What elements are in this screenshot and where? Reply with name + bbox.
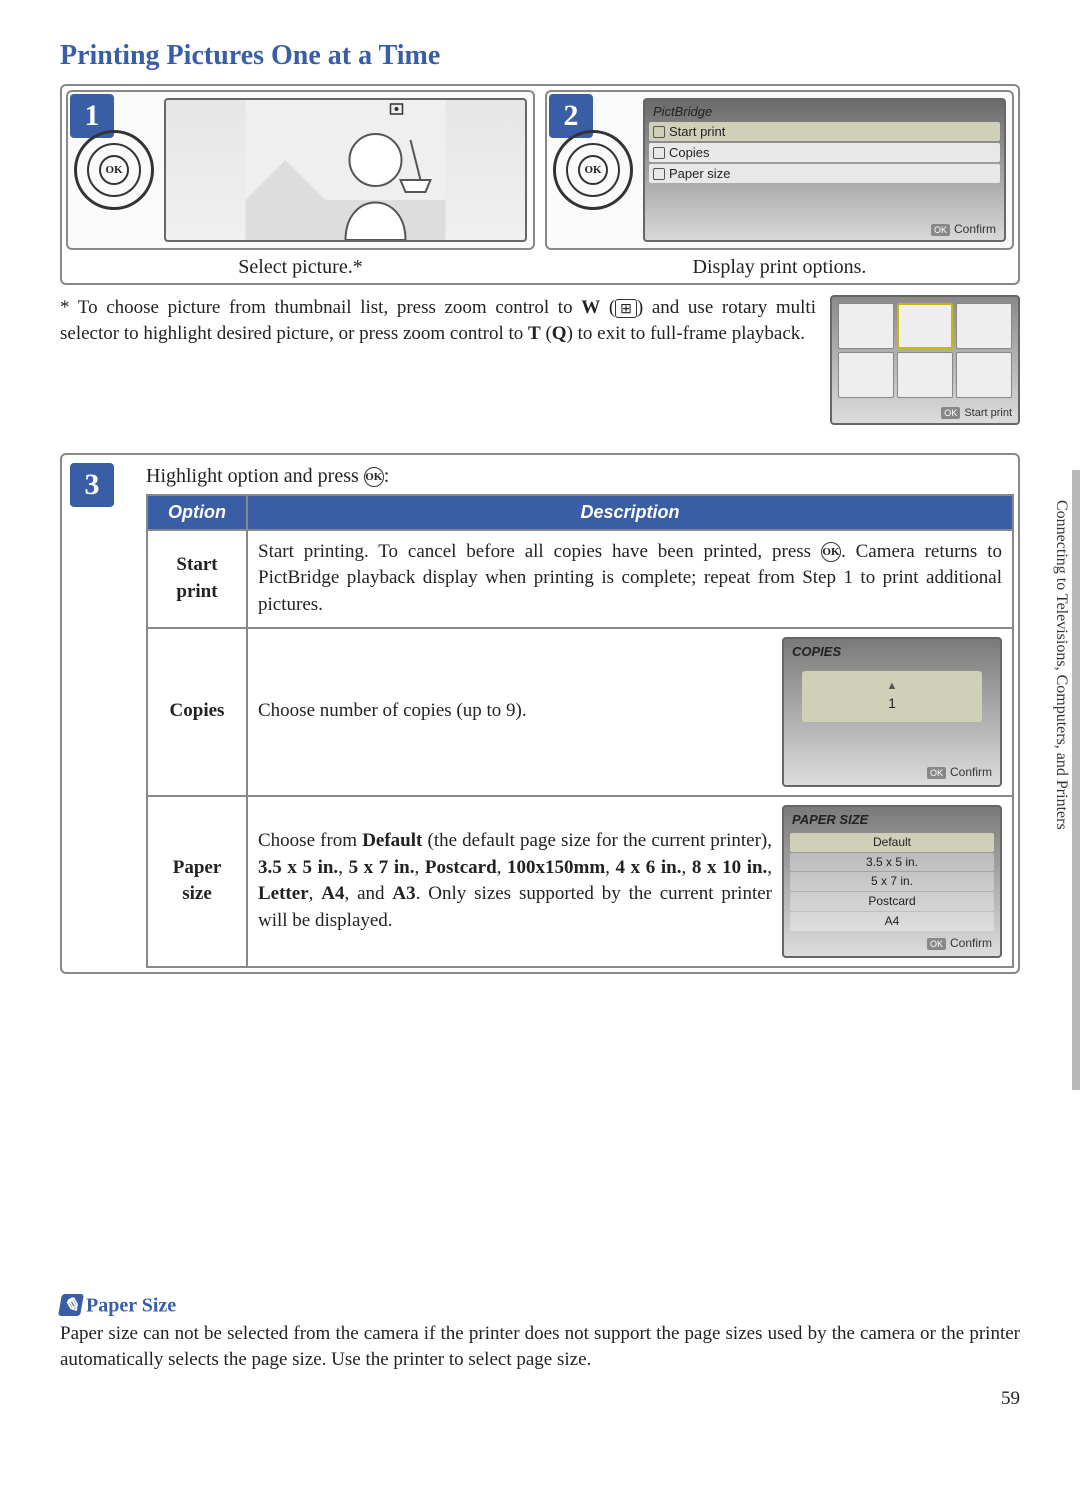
zoom-t-label: T <box>528 323 541 344</box>
col-header-option: Option <box>147 495 247 530</box>
paper-size-option: Postcard <box>790 892 994 911</box>
ok-button-icon: OK <box>578 155 608 185</box>
menu-confirm-label: Confirm <box>925 220 1002 238</box>
thumbnail-footer-label: Start print <box>832 404 1018 423</box>
menu-item-start-print: Start print <box>649 122 1000 141</box>
thumbnail-cell <box>897 352 953 398</box>
note-block: ✎Paper Size Paper size can not be select… <box>60 1294 1020 1373</box>
page-number: 59 <box>60 1388 1020 1410</box>
row-copies-name: Copies <box>147 628 247 796</box>
paper-size-screen-title: PAPER SIZE <box>786 809 998 831</box>
paper-size-option: 3.5 x 5 in. <box>790 853 994 872</box>
row-paper-size-name: Paper size <box>147 796 247 967</box>
steps-1-2-row: 1 OK Select picture.* 2 <box>60 84 1020 285</box>
paper-size-option: A4 <box>790 912 994 931</box>
col-header-description: Description <box>247 495 1013 530</box>
step-3-block: 3 Highlight option and press OK: Option … <box>60 453 1020 974</box>
thumbnail-cell <box>838 352 894 398</box>
paper-size-desc-text: Choose from Default (the default page si… <box>258 828 772 934</box>
rotary-selector-icon: OK <box>553 130 633 210</box>
copies-desc-text: Choose number of copies (up to 9). <box>258 698 772 725</box>
thumbnail-icon: ⊞ <box>615 299 637 318</box>
step-1-caption: Select picture.* <box>66 256 535 279</box>
paper-size-option: 5 x 7 in. <box>790 872 994 891</box>
copies-value: 1 <box>888 695 896 711</box>
step-3-intro-text: Highlight option and press <box>146 465 364 487</box>
copies-screen-title: COPIES <box>786 641 998 663</box>
arrow-up-icon: ▲ <box>810 679 974 694</box>
options-table: Option Description Start print Start pri… <box>146 494 1014 968</box>
step-2-panel: 2 OK PictBridge Start print Copies Paper… <box>545 90 1014 279</box>
start-print-desc-text: Start printing. To cancel before all cop… <box>258 541 821 562</box>
footnote-text: ) to exit to full-frame playback. <box>567 323 805 344</box>
copies-spinner: ▲ 1 <box>802 671 982 722</box>
paper-size-screen: PAPER SIZE Default 3.5 x 5 in. 5 x 7 in.… <box>782 805 1002 958</box>
copies-confirm-label: Confirm <box>921 762 998 783</box>
row-start-print-desc: Start printing. To cancel before all cop… <box>247 530 1013 628</box>
footnote-text: * To choose picture from thumbnail list,… <box>60 297 581 318</box>
step-3-intro: Highlight option and press OK: <box>146 465 1014 488</box>
step-1-panel: 1 OK Select picture.* <box>66 90 535 279</box>
rotary-selector-icon: OK <box>74 130 154 210</box>
copies-screen: COPIES ▲ 1 Confirm <box>782 637 1002 787</box>
thumbnail-screen: Start print <box>830 295 1020 425</box>
row-start-print-name: Start print <box>147 530 247 628</box>
menu-item-paper-size: Paper size <box>649 164 1000 183</box>
pencil-icon: ✎ <box>58 1294 84 1316</box>
footnote-block: * To choose picture from thumbnail list,… <box>60 295 1020 425</box>
side-tab-bar <box>1072 470 1080 1090</box>
ok-symbol-icon: OK <box>364 467 384 487</box>
note-body: Paper size can not be selected from the … <box>60 1321 1020 1372</box>
section-title: Printing Pictures One at a Time <box>60 40 1020 72</box>
step-3-number: 3 <box>70 463 114 507</box>
picture-illustration <box>164 98 527 242</box>
note-title: ✎Paper Size <box>60 1294 1020 1318</box>
row-paper-size-desc: Choose from Default (the default page si… <box>247 796 1013 967</box>
side-tab-label: Connecting to Televisions, Computers, an… <box>1052 500 1070 830</box>
ok-symbol-icon: OK <box>821 542 841 562</box>
paper-size-list: Default 3.5 x 5 in. 5 x 7 in. Postcard A… <box>786 831 998 933</box>
paper-size-confirm-label: Confirm <box>921 933 998 954</box>
zoom-q-label: Q <box>552 323 567 344</box>
ok-button-icon: OK <box>99 155 129 185</box>
menu-item-copies: Copies <box>649 143 1000 162</box>
thumbnail-cell-selected <box>897 303 953 349</box>
zoom-w-label: W <box>581 297 600 318</box>
pictbridge-menu-screen: PictBridge Start print Copies Paper size… <box>643 98 1006 242</box>
pictbridge-title: PictBridge <box>647 102 1002 121</box>
paper-size-option-default: Default <box>790 833 994 852</box>
note-title-text: Paper Size <box>86 1294 176 1316</box>
step-2-caption: Display print options. <box>545 256 1014 279</box>
thumbnail-cell <box>956 352 1012 398</box>
thumbnail-cell <box>956 303 1012 349</box>
row-copies-desc: Choose number of copies (up to 9). COPIE… <box>247 628 1013 796</box>
thumbnail-cell <box>838 303 894 349</box>
